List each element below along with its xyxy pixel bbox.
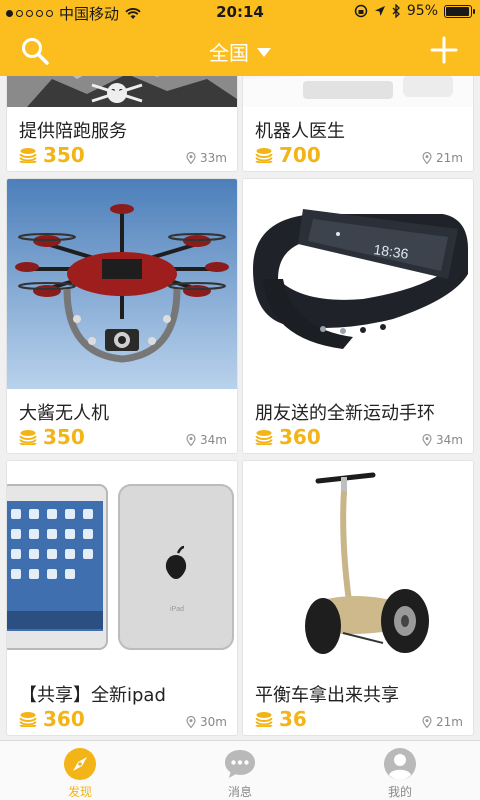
location-arrow-icon — [374, 6, 385, 16]
tab-bar: 发现 消息 我的 — [0, 740, 480, 800]
battery-icon — [444, 4, 475, 18]
item-price-value: 36 — [279, 707, 307, 731]
item-price: 350 — [19, 143, 85, 167]
item-distance: 34m — [186, 433, 227, 447]
item-price-value: 700 — [279, 143, 321, 167]
location-pin-icon — [422, 152, 432, 164]
item-image — [243, 461, 473, 671]
tab-profile[interactable]: 我的 — [320, 741, 480, 800]
item-image — [7, 76, 237, 107]
item-title: 机器人医生 — [255, 121, 345, 142]
tab-label: 消息 — [227, 785, 252, 799]
item-title: 朋友送的全新运动手环 — [255, 403, 435, 424]
coin-stack-icon — [255, 148, 273, 163]
coin-stack-icon — [255, 712, 273, 727]
item-distance-text: 30m — [200, 715, 227, 729]
item-distance-text: 34m — [200, 433, 227, 447]
tab-messages[interactable]: 消息 — [160, 741, 320, 800]
region-selector[interactable]: 全国 — [0, 37, 480, 66]
item-price: 360 — [19, 707, 85, 731]
item-card[interactable]: 18:36 朋友送的全新运动手环 360 34m — [242, 178, 474, 454]
coin-stack-icon — [255, 430, 273, 445]
item-price-value: 360 — [279, 425, 321, 449]
rotation-lock-icon — [354, 4, 368, 18]
coin-stack-icon — [19, 148, 37, 163]
item-price: 36 — [255, 707, 307, 731]
item-card[interactable]: 机器人医生 700 21m — [242, 76, 474, 172]
battery-percent: 95% — [406, 3, 438, 19]
item-card[interactable]: 平衡车拿出来共享 36 21m — [242, 460, 474, 736]
item-card[interactable]: 提供陪跑服务 350 33m — [6, 76, 238, 172]
item-title: 大酱无人机 — [19, 403, 109, 424]
location-pin-icon — [186, 434, 196, 446]
item-distance: 30m — [186, 715, 227, 729]
status-right: 95% — [354, 3, 475, 19]
status-bar: 中国移动 20:14 95% — [0, 0, 480, 24]
item-price-value: 360 — [43, 707, 85, 731]
item-distance-text: 21m — [436, 715, 463, 729]
bluetooth-icon — [392, 4, 400, 18]
item-price: 360 — [255, 425, 321, 449]
plus-icon[interactable] — [430, 36, 458, 64]
item-image: 18:36 — [243, 179, 473, 389]
item-price-value: 350 — [43, 425, 85, 449]
item-price: 350 — [19, 425, 85, 449]
item-image — [7, 179, 237, 389]
location-pin-icon — [186, 716, 196, 728]
location-pin-icon — [186, 152, 196, 164]
user-avatar-icon — [384, 748, 416, 780]
item-price: 700 — [255, 143, 321, 167]
chat-bubble-icon — [225, 750, 255, 778]
coin-stack-icon — [19, 430, 37, 445]
region-label: 全国 — [209, 41, 249, 65]
tab-label: 我的 — [387, 785, 412, 799]
nav-bar: 全国 — [0, 24, 480, 76]
item-card[interactable]: iPad 【共享】全新ipad 360 30m — [6, 460, 238, 736]
item-distance: 34m — [422, 433, 463, 447]
coin-stack-icon — [19, 712, 37, 727]
item-distance-text: 33m — [200, 151, 227, 165]
item-price-value: 350 — [43, 143, 85, 167]
item-card[interactable]: 大酱无人机 350 34m — [6, 178, 238, 454]
tab-label: 发现 — [67, 785, 92, 799]
location-pin-icon — [422, 716, 432, 728]
item-title: 【共享】全新ipad — [19, 685, 166, 706]
location-pin-icon — [422, 434, 432, 446]
item-image: iPad — [7, 461, 237, 671]
item-distance: 21m — [422, 151, 463, 165]
item-grid: 提供陪跑服务 350 33m 机器人医生 700 21m 大酱无人机 350 3… — [0, 76, 480, 740]
svg-text:iPad: iPad — [170, 606, 184, 613]
item-distance: 21m — [422, 715, 463, 729]
tab-discover[interactable]: 发现 — [0, 741, 160, 800]
caret-down-icon — [257, 48, 271, 57]
item-title: 平衡车拿出来共享 — [255, 685, 399, 706]
item-distance-text: 34m — [436, 433, 463, 447]
compass-icon — [64, 748, 96, 780]
item-title: 提供陪跑服务 — [19, 121, 127, 142]
item-distance: 33m — [186, 151, 227, 165]
item-image — [243, 76, 473, 107]
item-distance-text: 21m — [436, 151, 463, 165]
